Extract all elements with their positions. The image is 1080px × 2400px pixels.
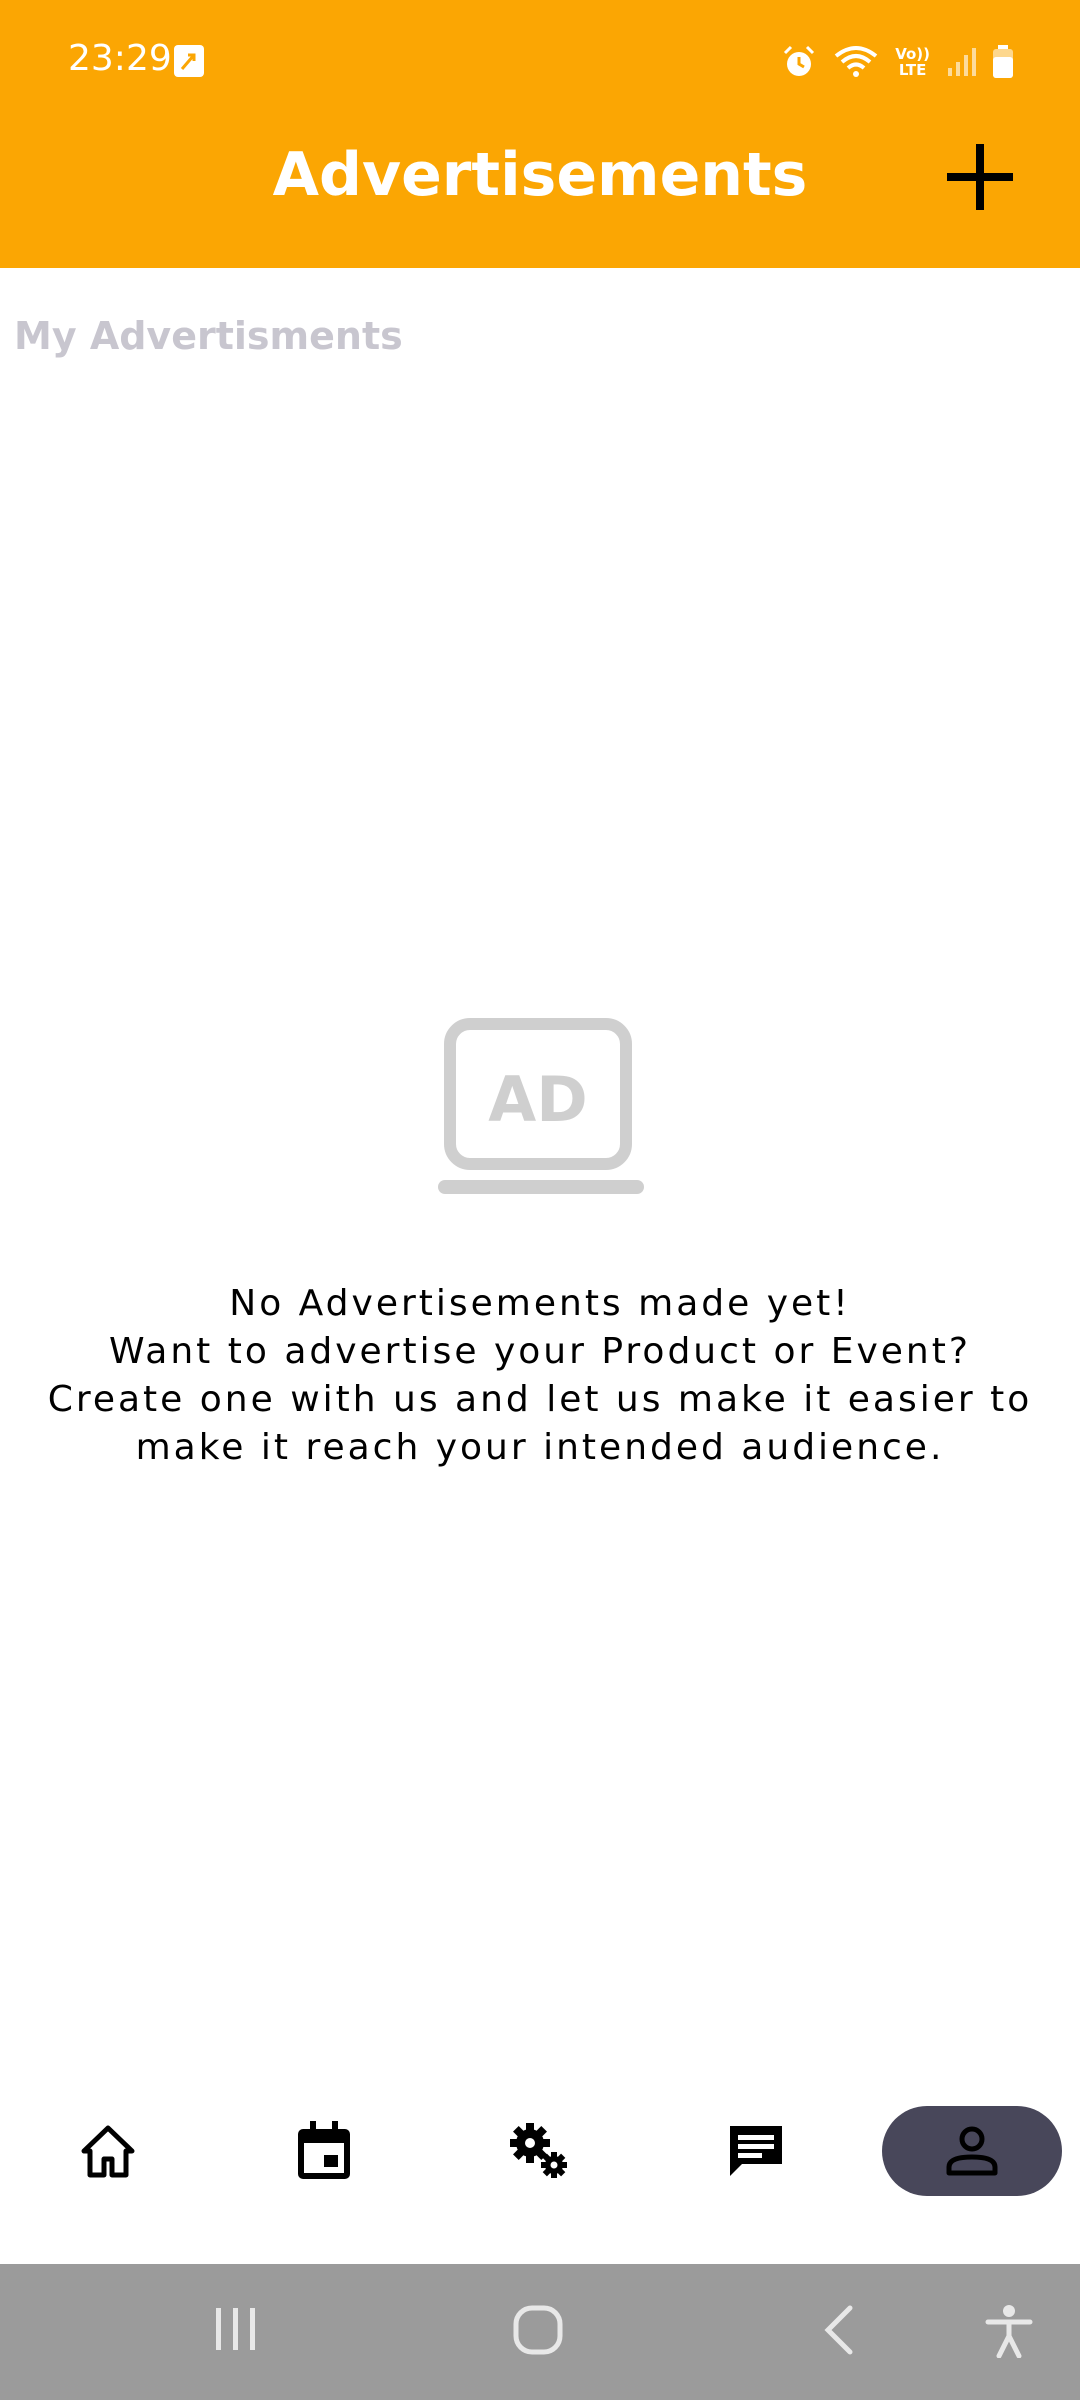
status-time: 23:29	[68, 38, 172, 79]
message-icon	[730, 2126, 782, 2176]
battery-icon	[993, 45, 1013, 78]
bottom-nav	[0, 2090, 1080, 2220]
calendar-icon	[298, 2121, 350, 2179]
section-label: My Advertisments	[14, 314, 403, 358]
signal-icon	[948, 48, 976, 76]
app-header: 23:29 Vo)) LTE Advertisements	[0, 0, 1080, 268]
empty-state-message: No Advertisements made yet! Want to adve…	[30, 1280, 1050, 1472]
call-forward-icon	[174, 45, 204, 77]
page-title: Advertisements	[272, 140, 808, 210]
empty-state-line: No Advertisements made yet!	[229, 1283, 851, 1324]
wifi-icon	[834, 46, 878, 77]
accessibility-icon[interactable]	[984, 2304, 1034, 2358]
gears-icon	[510, 2123, 567, 2178]
nav-item-home[interactable]	[48, 2106, 168, 2196]
ad-icon-label: AD	[488, 1063, 587, 1136]
volte-icon: Vo)) LTE	[895, 45, 930, 79]
recents-icon[interactable]	[212, 2304, 260, 2354]
nav-item-profile[interactable]	[882, 2106, 1062, 2196]
status-icons: Vo)) LTE	[781, 40, 1014, 84]
empty-state-line: Want to advertise your Product or Event?	[109, 1331, 971, 1372]
empty-state-line: Create one with us and let us make it ea…	[47, 1379, 1033, 1420]
home-circle-icon[interactable]	[512, 2304, 564, 2356]
ad-screen-icon: AD	[438, 1018, 644, 1194]
empty-state-line: make it reach your intended audience.	[135, 1427, 945, 1468]
alarm-icon	[784, 45, 815, 76]
plus-icon[interactable]	[945, 142, 1015, 212]
nav-item-settings[interactable]	[480, 2106, 600, 2196]
home-icon	[81, 2125, 135, 2178]
screen: 23:29 Vo)) LTE Advertisements My Adverti…	[0, 0, 1080, 2400]
back-icon[interactable]	[820, 2304, 860, 2356]
nav-item-calendar[interactable]	[264, 2106, 384, 2196]
nav-item-messages[interactable]	[696, 2106, 816, 2196]
system-nav-bar	[0, 2264, 1080, 2400]
person-icon	[946, 2126, 998, 2176]
